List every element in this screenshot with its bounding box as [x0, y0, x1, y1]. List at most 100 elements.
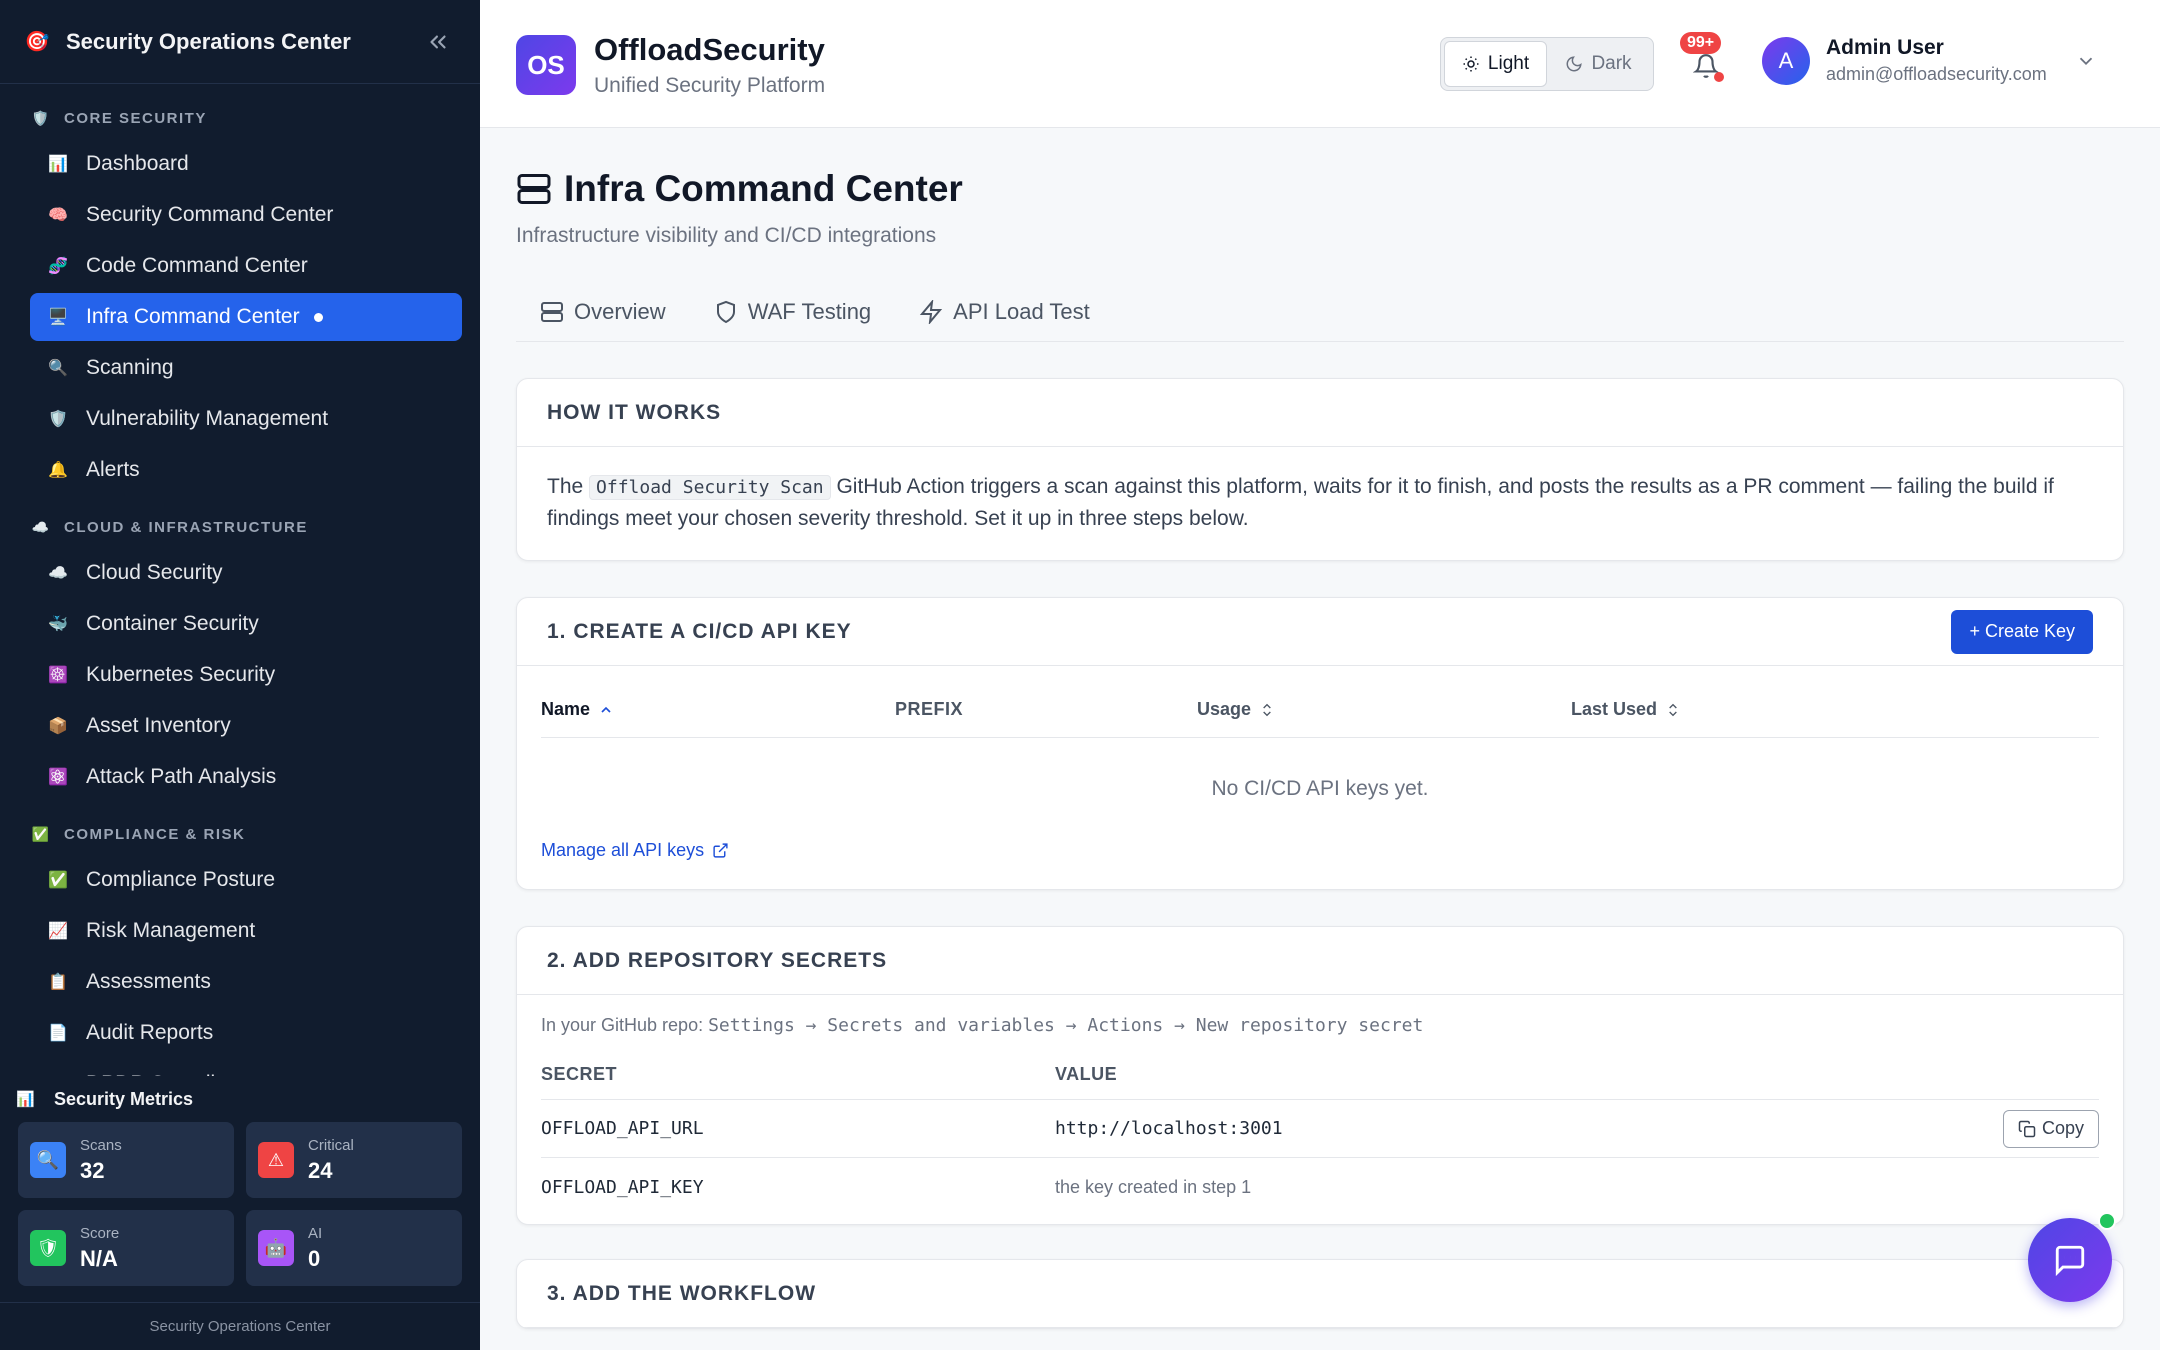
sort-asc-icon [601, 706, 611, 713]
metric-label: Scans [80, 1136, 122, 1154]
active-indicator [313, 312, 323, 322]
shield-icon [716, 300, 735, 324]
secrets-table: SECRET VALUE OFFLOAD_API_URL http://loca… [541, 1050, 2099, 1216]
sidebar-item-label: Infra Command Center [86, 305, 300, 328]
section-label: COMPLIANCE & RISK [64, 825, 246, 843]
column-label: Last Used [1571, 699, 1658, 719]
nav-icon: ☁️ [48, 565, 68, 582]
page-title: Infra Command Center [564, 168, 963, 209]
user-menu[interactable]: A Admin User admin@offloadsecurity.com [1762, 36, 2097, 85]
metric-card-score: 🛡 Score N/A [18, 1210, 234, 1286]
sidebar-item-vulnerability-management[interactable]: 🛡️ Vulnerability Management [30, 395, 462, 443]
metric-icon: 🤖 [258, 1230, 294, 1266]
sidebar-item-assessments[interactable]: 📋 Assessments [30, 958, 462, 1006]
tab-overview[interactable]: Overview [516, 282, 690, 342]
tab-waf-testing[interactable]: WAF Testing [690, 282, 895, 342]
settings-path: Settings → Secrets and variables → Actio… [708, 1015, 1424, 1036]
notification-count-badge: 99+ [1680, 32, 1722, 54]
sidebar-item-scanning[interactable]: 🔍 Scanning [30, 344, 462, 392]
nav-icon: 🖥️ [48, 309, 68, 326]
tab-label: API Load Test [953, 299, 1090, 324]
card-title: 3. ADD THE WORKFLOW [517, 1260, 2123, 1328]
section-label: CORE SECURITY [64, 109, 207, 127]
collapse-sidebar-icon[interactable] [420, 24, 456, 60]
sidebar-section-header: ✅ COMPLIANCE & RISK [0, 812, 480, 856]
light-theme-button[interactable]: Light [1444, 41, 1548, 87]
sidebar-item-alerts[interactable]: 🔔 Alerts [30, 446, 462, 494]
metric-label: Critical [308, 1136, 354, 1154]
nav-icon: 🧬 [48, 258, 68, 275]
sidebar-item-kubernetes-security[interactable]: ☸️ Kubernetes Security [30, 651, 462, 699]
metric-value: 0 [308, 1245, 321, 1271]
copy-button[interactable]: Copy [2002, 1109, 2099, 1148]
sidebar-item-code-command-center[interactable]: 🧬 Code Command Center [30, 242, 462, 290]
card-title: HOW IT WORKS [517, 379, 2123, 447]
bolt-icon [920, 300, 943, 324]
metric-value: N/A [80, 1245, 118, 1271]
column-name[interactable]: Name [541, 699, 895, 720]
sidebar-item-label: Code Command Center [86, 254, 308, 277]
column-last-used[interactable]: Last Used [1571, 699, 1681, 720]
text-fragment: The [547, 475, 590, 498]
sidebar-item-label: Assessments [86, 970, 211, 993]
section-icon: ✅ [31, 825, 51, 842]
column-label: Usage [1197, 699, 1252, 719]
nav-icon: ✅ [48, 872, 68, 889]
external-link-icon [713, 843, 728, 858]
sidebar-item-label: Audit Reports [86, 1021, 214, 1044]
sidebar-nav: 🛡️ CORE SECURITY 📊 Dashboard 🧠 Security Comma… [0, 96, 480, 1076]
sidebar-item-attack-path-analysis[interactable]: ⚛️ Attack Path Analysis [30, 753, 462, 801]
sidebar-item-infra-command-center[interactable]: 🖥️ Infra Command Center [30, 293, 462, 341]
secret-name: OFFLOAD_API_URL [541, 1118, 704, 1139]
sidebar-header: 🎯 Security Operations Center [0, 0, 480, 84]
sidebar-item-security-command-center[interactable]: 🧠 Security Command Center [30, 191, 462, 239]
sidebar-item-label: Asset Inventory [86, 714, 231, 737]
main-content: Infra Command Center Infrastructure visi… [516, 128, 2124, 1329]
nav-icon: 📋 [48, 974, 68, 991]
column-prefix: PREFIX [895, 699, 964, 719]
metric-value: 24 [308, 1157, 333, 1183]
sidebar-item-label: Scanning [86, 356, 174, 379]
page-subtitle: Infrastructure visibility and CI/CD inte… [516, 224, 937, 247]
sidebar-item-asset-inventory[interactable]: 📦 Asset Inventory [30, 702, 462, 750]
sidebar-item-compliance-posture[interactable]: ✅ Compliance Posture [30, 856, 462, 904]
sidebar-item-dashboard[interactable]: 📊 Dashboard [30, 140, 462, 188]
theme-toggle: Light Dark [1440, 37, 1654, 91]
sidebar-item-label: Risk Management [86, 919, 256, 942]
chat-icon [2055, 1245, 2085, 1277]
sidebar-footer: Security Operations Center [0, 1302, 480, 1350]
metric-icon: 🔍 [30, 1142, 66, 1178]
sidebar-item-dpdp-compliance[interactable]: 🇮🇳DPDP Compliance [30, 1060, 462, 1076]
chat-button[interactable] [2028, 1212, 2116, 1302]
manage-api-keys-link[interactable]: Manage all API keys [541, 840, 2099, 861]
column-usage[interactable]: Usage [1197, 699, 1571, 720]
tab-api-load-test[interactable]: API Load Test [895, 282, 1114, 342]
page-header: Infra Command Center [516, 168, 2124, 210]
sidebar-section-header: ☁️ CLOUD & INFRASTRUCTURE [0, 505, 480, 549]
sidebar-item-audit-reports[interactable]: 📄 Audit Reports [30, 1009, 462, 1057]
link-label: Manage all API keys [541, 840, 705, 860]
nav-icon: 📈 [48, 923, 68, 940]
nav-icon: ⚛️ [48, 769, 68, 786]
create-key-button[interactable]: + Create Key [1951, 609, 2093, 654]
table-header: Name PREFIX Usage Last Used [541, 682, 2099, 738]
metric-card-ai: 🤖 AI 0 [246, 1210, 462, 1286]
sidebar-item-risk-management[interactable]: 📈 Risk Management [30, 907, 462, 955]
secrets-help-text: In your GitHub repo: Settings → Secrets … [541, 1015, 2099, 1036]
copy-label: Copy [2041, 1118, 2084, 1138]
dark-theme-button[interactable]: Dark [1547, 41, 1650, 87]
sidebar-title: Security Operations Center [66, 28, 351, 54]
table-row: OFFLOAD_API_KEY the key created in step … [541, 1158, 2099, 1216]
card-title: 1. CREATE A CI/CD API KEY [547, 619, 852, 643]
tab-label: WAF Testing [747, 299, 872, 324]
server-icon [541, 302, 563, 322]
notification-dot [1714, 72, 1724, 82]
notifications-button[interactable]: 99+ [1680, 32, 1728, 88]
sidebar-item-container-security[interactable]: 🐳 Container Security [30, 600, 462, 648]
sidebar-item-cloud-security[interactable]: ☁️ Cloud Security [30, 549, 462, 597]
nav-icon: 📊 [48, 156, 68, 173]
user-name: Admin User [1826, 36, 1944, 59]
nav-icon: 🐳 [48, 616, 68, 633]
nav-icon: 🧠 [48, 207, 68, 224]
security-metrics: 📊 Security Metrics 🔍 Scans 32 ⚠ Critical 24 🛡 Sc… [0, 1076, 480, 1302]
